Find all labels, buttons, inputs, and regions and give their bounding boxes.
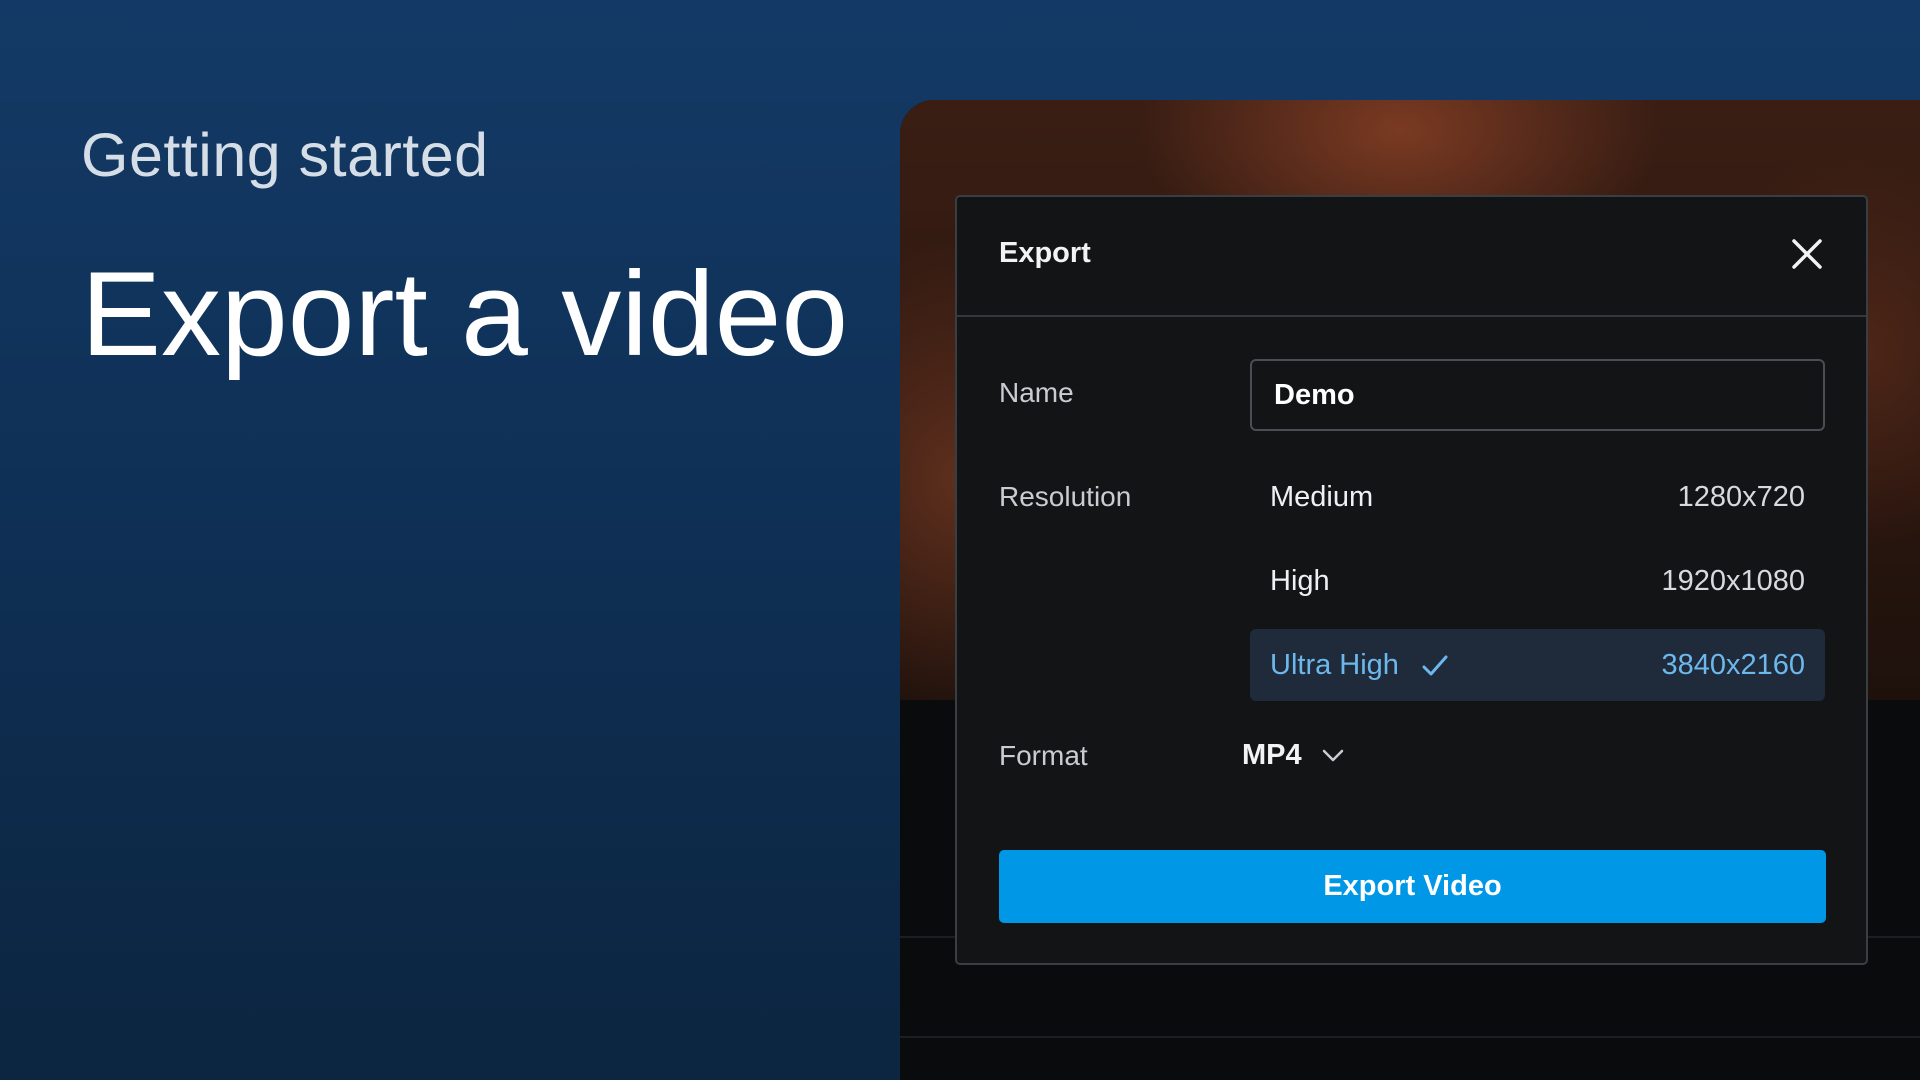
chevron-down-icon <box>1322 749 1343 762</box>
resolution-name: Ultra High <box>1270 649 1399 681</box>
format-label: Format <box>999 740 1088 771</box>
name-label: Name <box>999 377 1074 408</box>
export-dialog: Export Name Resolution Medium 1280x720 H… <box>955 195 1868 965</box>
resolution-label: Resolution <box>999 481 1132 512</box>
resolution-option-high[interactable]: High 1920x1080 <box>1250 545 1825 617</box>
format-dropdown[interactable]: MP4 <box>1242 730 1346 780</box>
resolution-value: 1280x720 <box>1677 481 1805 513</box>
resolution-option-ultra-high[interactable]: Ultra High 3840x2160 <box>1250 629 1825 701</box>
resolution-name: Medium <box>1270 481 1374 513</box>
resolution-value: 1920x1080 <box>1661 565 1805 597</box>
export-video-button[interactable]: Export Video <box>999 850 1826 923</box>
dialog-title: Export <box>999 237 1091 269</box>
timeline-track-divider <box>900 1036 1920 1038</box>
name-input[interactable] <box>1250 359 1825 431</box>
resolution-name: High <box>1270 565 1330 597</box>
close-button[interactable] <box>1788 235 1826 273</box>
resolution-option-medium[interactable]: Medium 1280x720 <box>1250 461 1825 533</box>
format-value: MP4 <box>1242 738 1302 771</box>
hero-title: Export a video <box>81 247 849 381</box>
resolution-value: 3840x2160 <box>1661 649 1805 681</box>
hero-eyebrow: Getting started <box>81 121 489 189</box>
close-icon <box>1792 239 1822 269</box>
dialog-header: Export <box>957 197 1866 317</box>
check-icon <box>1422 655 1448 676</box>
